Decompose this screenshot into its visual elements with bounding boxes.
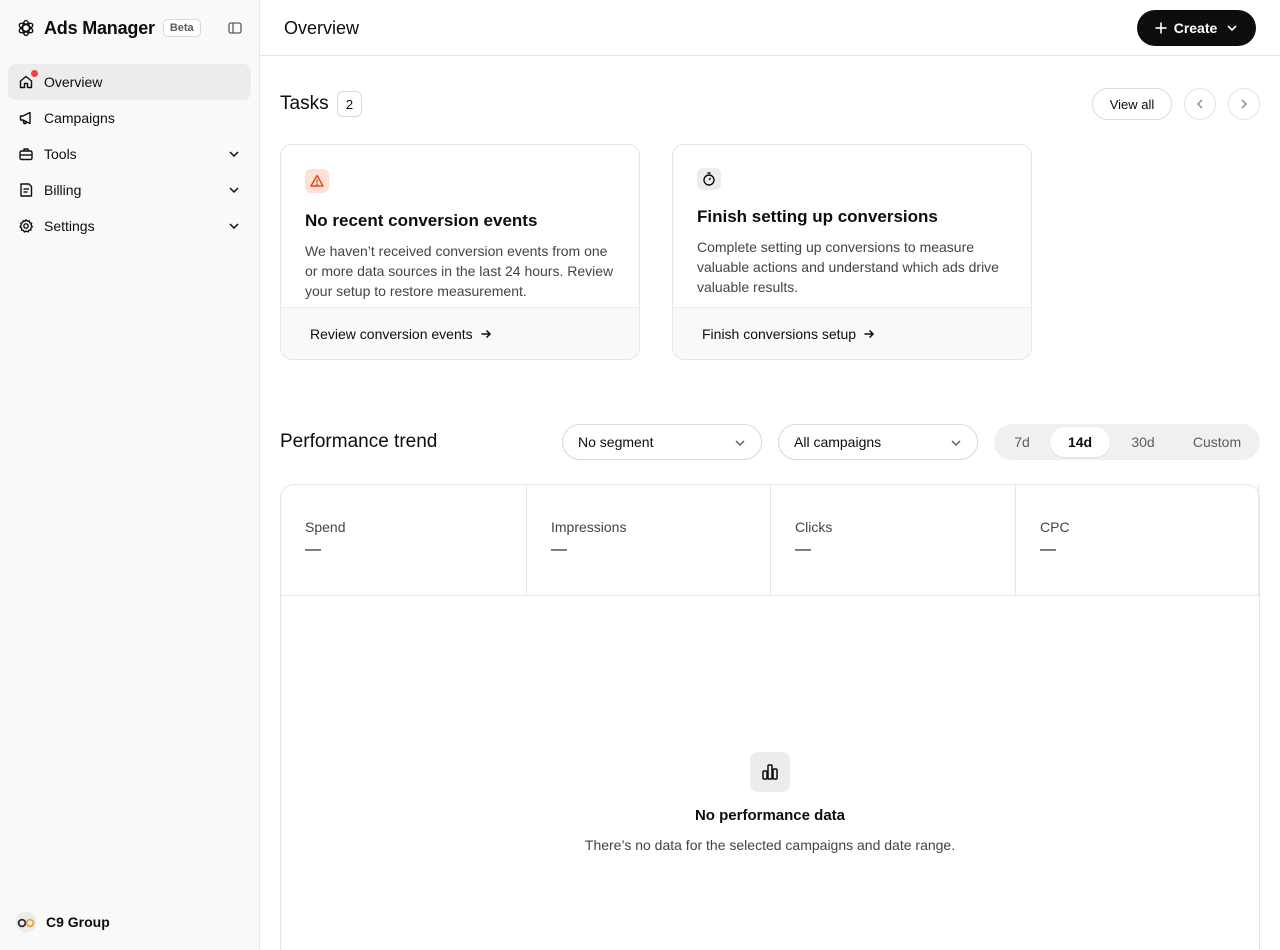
- chevron-right-icon: [1241, 99, 1248, 109]
- metric-impressions: Impressions —: [527, 485, 771, 595]
- sidebar-item-tools[interactable]: Tools: [8, 136, 251, 172]
- task-card-description: Complete setting up conversions to measu…: [697, 239, 999, 295]
- finish-conversions-setup-link[interactable]: Finish conversions setup: [673, 307, 1031, 359]
- toolbox-icon: [18, 146, 34, 162]
- campaign-select[interactable]: All campaigns: [778, 424, 978, 460]
- range-option-custom[interactable]: Custom: [1178, 427, 1256, 457]
- metric-value: —: [1040, 541, 1056, 558]
- chevron-down-icon: [735, 440, 745, 446]
- metric-label: Clicks: [795, 519, 833, 535]
- app-name: Ads Manager: [44, 17, 155, 38]
- sidebar: Ads Manager Beta Overview Campaigns Tool…: [0, 0, 260, 950]
- chevron-down-icon[interactable]: [227, 219, 241, 233]
- create-button-label: Create: [1173, 20, 1218, 36]
- sidebar-item-settings[interactable]: Settings: [8, 208, 251, 244]
- sidebar-nav: Overview Campaigns Tools Billing Setting…: [8, 64, 251, 244]
- performance-trend-title: Performance trend: [280, 431, 438, 452]
- arrow-right-icon: [481, 329, 491, 338]
- metric-label: Spend: [305, 519, 346, 535]
- plus-icon: [1155, 22, 1167, 34]
- metric-value: —: [795, 541, 811, 558]
- brand[interactable]: Ads Manager Beta: [16, 16, 201, 40]
- chevron-left-icon: [1196, 99, 1203, 109]
- metric-value: —: [305, 541, 321, 558]
- stopwatch-icon: [697, 168, 721, 190]
- performance-panel: Spend — Impressions — Clicks — CPC — No …: [280, 484, 1260, 950]
- tasks-count-badge: 2: [337, 91, 362, 117]
- metric-value: —: [551, 541, 567, 558]
- org-name: C9 Group: [46, 914, 110, 930]
- empty-state-title: No performance data: [694, 807, 846, 824]
- sidebar-item-label: Campaigns: [44, 110, 115, 126]
- sidebar-item-label: Tools: [44, 146, 77, 162]
- chevron-down-icon: [951, 440, 961, 446]
- metric-cpc: CPC —: [1016, 485, 1259, 595]
- arrow-right-icon: [864, 329, 875, 338]
- tasks-title: Tasks: [280, 93, 329, 114]
- chevron-down-icon[interactable]: [227, 147, 241, 161]
- segment-select[interactable]: No segment: [562, 424, 762, 460]
- sidebar-item-overview[interactable]: Overview: [8, 64, 251, 100]
- review-conversion-events-link[interactable]: Review conversion events: [281, 307, 639, 359]
- sidebar-item-label: Overview: [44, 74, 103, 90]
- range-option-30d[interactable]: 30d: [1116, 427, 1170, 457]
- bar-chart-icon: [750, 752, 790, 792]
- top-header: Overview Create: [260, 0, 1280, 56]
- task-card-title: Finish setting up conversions: [697, 207, 938, 226]
- sidebar-toggle-icon[interactable]: [226, 19, 244, 37]
- sidebar-item-label: Settings: [44, 218, 95, 234]
- empty-state-description: There’s no data for the selected campaig…: [584, 837, 956, 853]
- task-card-action-label: Review conversion events: [310, 325, 473, 342]
- openai-logo-icon: [16, 18, 36, 38]
- page-title: Overview: [284, 18, 360, 38]
- metric-spend: Spend —: [281, 485, 527, 595]
- task-card-title: No recent conversion events: [305, 211, 538, 230]
- chevron-down-icon[interactable]: [227, 183, 241, 197]
- segment-select-value: No segment: [578, 434, 654, 450]
- gear-icon: [18, 218, 34, 234]
- task-card-finish-conversions: Finish setting up conversions Complete s…: [672, 144, 1032, 360]
- beta-badge: Beta: [162, 19, 201, 37]
- warning-icon: [305, 169, 329, 193]
- task-card-conversion-events: No recent conversion events We haven’t r…: [280, 144, 640, 360]
- campaign-select-value: All campaigns: [794, 434, 882, 450]
- metric-clicks: Clicks —: [771, 485, 1016, 595]
- task-card-description: We haven’t received conversion events fr…: [305, 243, 614, 299]
- date-range-toggle: 7d 14d 30d Custom: [994, 424, 1260, 460]
- metrics-divider: [281, 595, 1259, 596]
- metric-label: CPC: [1040, 519, 1070, 535]
- chevron-down-icon: [1227, 25, 1237, 32]
- next-button[interactable]: [1228, 88, 1260, 120]
- range-option-14d[interactable]: 14d: [1050, 427, 1110, 457]
- metric-label: Impressions: [551, 519, 627, 535]
- sidebar-item-campaigns[interactable]: Campaigns: [8, 100, 251, 136]
- range-option-7d[interactable]: 7d: [998, 427, 1046, 457]
- view-all-button[interactable]: View all: [1092, 88, 1172, 120]
- receipt-icon: [18, 182, 34, 198]
- sidebar-item-billing[interactable]: Billing: [8, 172, 251, 208]
- org-logo-icon: [14, 911, 38, 933]
- megaphone-icon: [18, 110, 34, 126]
- create-button[interactable]: Create: [1137, 10, 1256, 46]
- org-switcher[interactable]: C9 Group: [14, 911, 110, 933]
- notification-dot: [31, 70, 38, 77]
- sidebar-item-label: Billing: [44, 182, 82, 198]
- task-card-action-label: Finish conversions setup: [702, 325, 857, 342]
- previous-button[interactable]: [1184, 88, 1216, 120]
